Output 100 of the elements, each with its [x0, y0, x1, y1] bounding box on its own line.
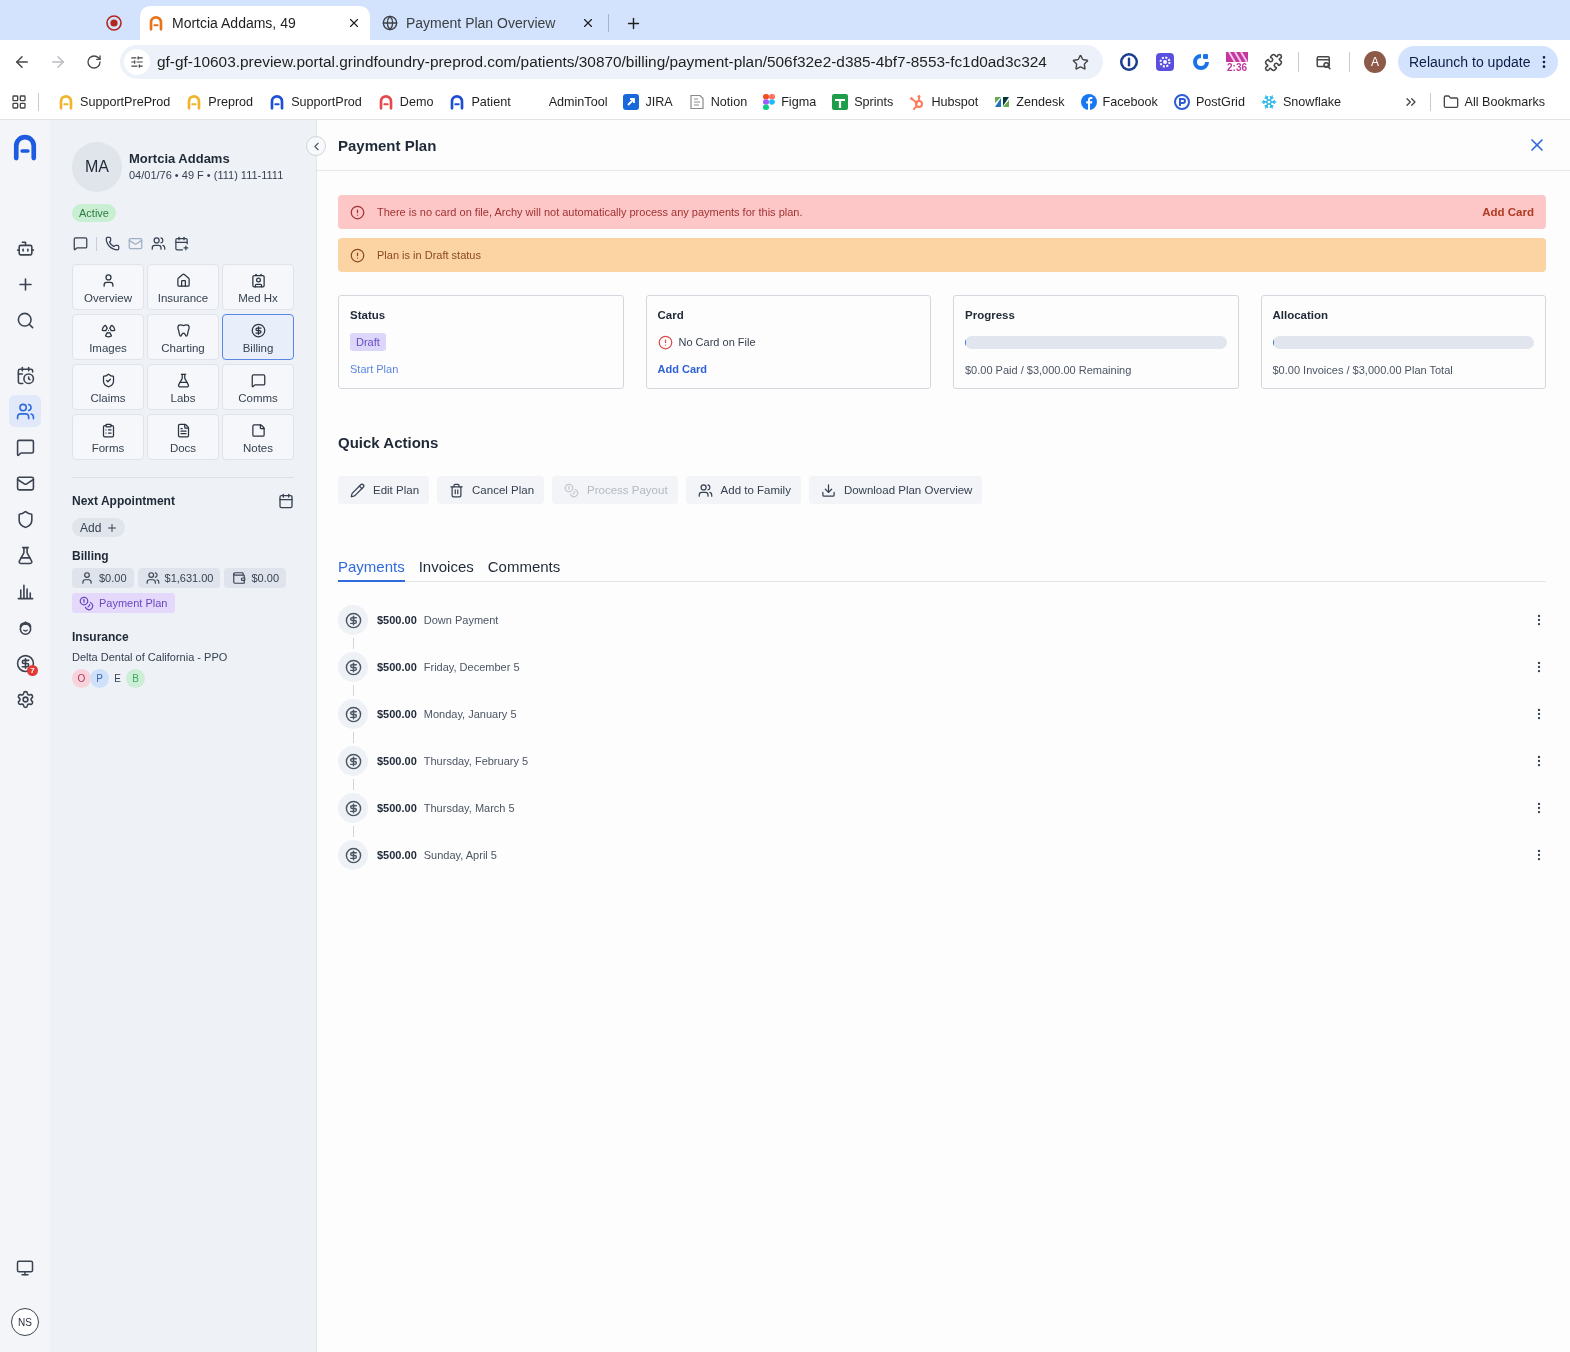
timeline-connector [352, 685, 354, 696]
circle-logo-icon [1080, 93, 1097, 110]
bookmark[interactable]: Notion [682, 87, 754, 116]
chat-icon [250, 373, 266, 388]
patient-nav-tile[interactable]: Charting [147, 314, 219, 360]
collapse-button[interactable] [306, 136, 326, 156]
clipboard-icon [100, 423, 116, 438]
payment-label: Friday, December 5 [423, 661, 520, 673]
balance-chip[interactable]: $1,631.00 [137, 568, 221, 588]
sprocket-icon [909, 93, 926, 110]
sidebar-nav-item[interactable] [9, 395, 41, 427]
tab[interactable]: Comments [487, 553, 561, 582]
browser-tab[interactable]: Mortcia Addams, 49 [140, 6, 370, 40]
bookmark[interactable]: Facebook [1074, 87, 1164, 116]
patient-nav-tile[interactable]: Forms [72, 414, 144, 460]
bookmark[interactable]: Demo [371, 87, 440, 116]
snowflake-icon [1260, 93, 1277, 110]
house-icon [175, 273, 191, 288]
tab[interactable]: Invoices [418, 553, 474, 582]
bookmark[interactable]: PostGrid [1167, 87, 1251, 116]
shield-check-icon [100, 373, 116, 388]
patient-nav-tile[interactable]: Docs [147, 414, 219, 460]
relaunch-button[interactable]: Relaunch to update [1398, 46, 1559, 78]
site-settings-icon[interactable] [124, 49, 150, 75]
tooth-icon [175, 323, 191, 338]
action-link[interactable]: Start Plan [350, 363, 399, 375]
patient-nav-tile[interactable]: Notes [222, 414, 294, 460]
user-avatar[interactable]: NS [11, 1308, 39, 1336]
browser-tab[interactable]: Payment Plan Overview [374, 6, 604, 40]
balance-chip[interactable]: $0.00 [72, 568, 134, 588]
status-badge: Draft [350, 333, 386, 351]
search-icon[interactable] [15, 310, 35, 330]
action-button[interactable]: Download Plan Overview [808, 476, 983, 504]
patient-nav-tile[interactable]: Billing [222, 314, 294, 360]
payment-amount: $500.00 [377, 802, 417, 814]
document-icon [175, 423, 191, 438]
coins-icon [79, 595, 94, 611]
sidebar-nav-item[interactable]: 7 [9, 647, 41, 679]
patient-nav-tile[interactable]: Claims [72, 364, 144, 410]
ring-bar-icon[interactable] [1119, 52, 1139, 72]
puzzle-icon[interactable] [1263, 52, 1283, 72]
flask-icon [175, 373, 191, 388]
add-button[interactable]: Add [72, 518, 126, 537]
action-button[interactable]: Edit Plan [338, 476, 430, 504]
payment-amount: $500.00 [377, 849, 417, 861]
bookmark[interactable]: SupportPreProd [52, 87, 177, 116]
bookmark-folder[interactable]: All Bookmarks [1436, 87, 1551, 116]
chat-icon[interactable] [73, 236, 88, 251]
patient-nav-tile[interactable]: Comms [222, 364, 294, 410]
extension-button[interactable]: 2:36 [1219, 44, 1255, 80]
tab[interactable]: Payments [338, 553, 405, 582]
chat-icon [15, 437, 35, 457]
bookmark[interactable]: Preprod [180, 87, 260, 116]
phone-icon[interactable] [105, 236, 120, 251]
patient-nav-tile[interactable]: Med Hx [222, 264, 294, 310]
bookmark[interactable]: Sprints [826, 87, 900, 116]
apps-icon[interactable] [11, 93, 27, 110]
people-icon[interactable] [151, 236, 166, 251]
back-icon[interactable] [13, 53, 31, 71]
shield-icon [15, 509, 35, 529]
calendar-icon[interactable] [278, 493, 294, 509]
trash-icon [449, 482, 465, 498]
profile-avatar[interactable]: A [1364, 51, 1386, 73]
patient-nav-tile[interactable]: Images [72, 314, 144, 360]
download-icon [820, 482, 836, 498]
close-icon[interactable] [347, 16, 361, 30]
payment-plan-tag[interactable]: Payment Plan [72, 593, 176, 613]
address-bar[interactable]: gf-gf-10603.preview.portal.grindfoundry-preprod.com/patients/30870/billing/payment-plan/506f32e2-d385-4bf7-8553-fc1d0ad3c324 [120, 45, 1103, 79]
patient-nav-tile[interactable]: Labs [147, 364, 219, 410]
patient-nav-tile[interactable]: Overview [72, 264, 144, 310]
bookmark[interactable]: Hubspot [903, 87, 985, 116]
gear-tile-icon[interactable] [1155, 52, 1175, 72]
swirl-icon[interactable] [1191, 52, 1211, 72]
close-icon[interactable] [581, 16, 595, 30]
people-icon [15, 401, 35, 421]
balance-chip[interactable]: $0.00 [224, 568, 286, 588]
bookmark[interactable]: Snowflake [1254, 87, 1348, 116]
patient-nav-tile[interactable]: Insurance [147, 264, 219, 310]
calendar-plus-icon[interactable] [174, 236, 189, 251]
action-button[interactable]: Cancel Plan [437, 476, 545, 504]
dollar-icon [338, 793, 368, 823]
star-icon[interactable] [1072, 53, 1089, 71]
tab-search-icon[interactable] [1315, 53, 1333, 71]
coverage-badge: B [126, 669, 145, 688]
dollar-icon [250, 323, 266, 338]
action-link[interactable]: Add Card [657, 363, 707, 375]
alert-message: There is no card on file, Archy will not automatically process any payments for this plan. [377, 206, 804, 218]
bookmark[interactable]: JIRA [617, 87, 679, 116]
bot-icon[interactable] [15, 238, 35, 258]
arch-logo-icon[interactable] [11, 133, 39, 161]
bookmark[interactable]: Figma [757, 87, 823, 116]
bookmark[interactable]: AdminTool [520, 87, 614, 116]
alert-action-link[interactable]: Add Card [1482, 206, 1534, 218]
action-button[interactable]: Add to Family [685, 476, 801, 504]
bookmark[interactable]: Zendesk [988, 87, 1071, 116]
coverage-letter: E [113, 672, 122, 686]
monitor-icon[interactable] [16, 1259, 34, 1277]
bookmark[interactable]: SupportProd [263, 87, 368, 116]
reload-icon[interactable] [86, 54, 102, 70]
bookmark[interactable]: Patient [443, 87, 517, 116]
